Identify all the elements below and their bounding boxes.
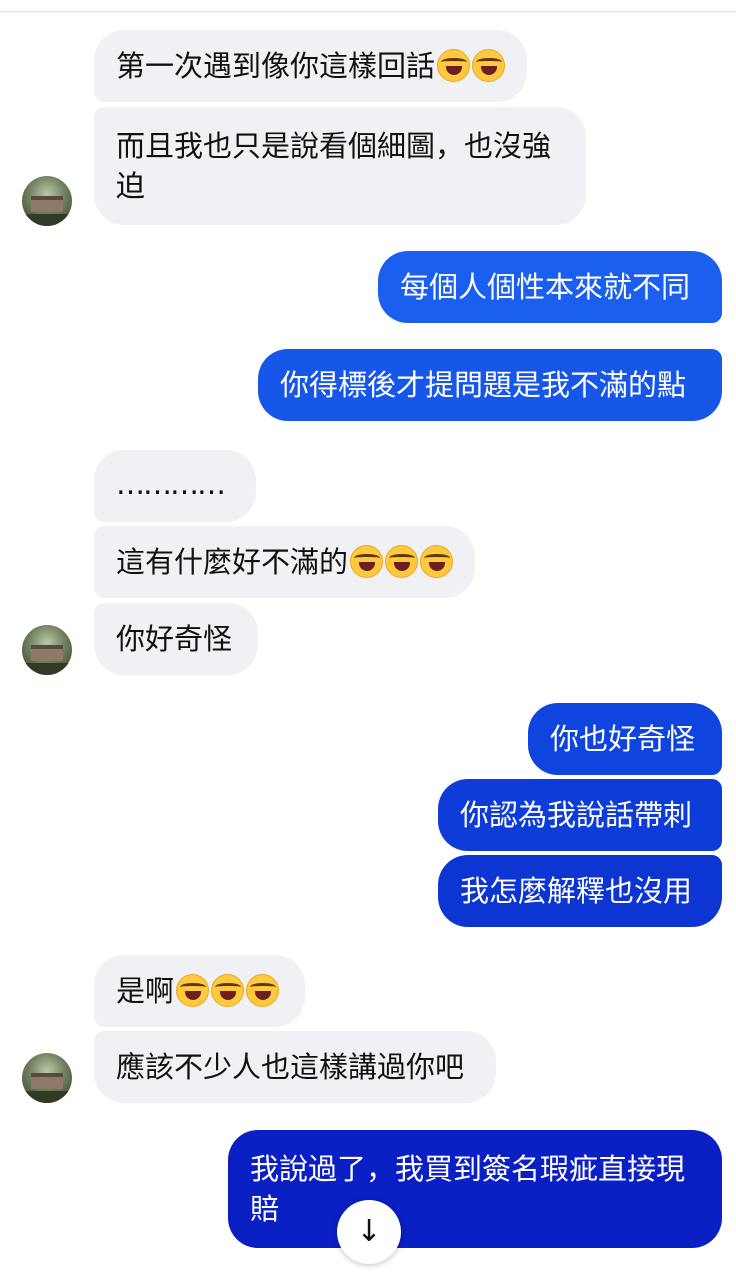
message-bubble-incoming[interactable]: 是啊	[94, 955, 305, 1027]
message-text: 你好奇怪	[116, 622, 233, 656]
face-with-tears-of-joy-icon	[385, 545, 419, 578]
message-bubble-incoming[interactable]: 你好奇怪	[94, 603, 258, 675]
message-text: 你也好奇怪	[550, 722, 696, 756]
message-text: …………	[116, 467, 226, 501]
face-with-tears-of-joy-icon	[211, 974, 245, 1007]
contact-avatar[interactable]	[22, 625, 72, 675]
arrow-down-icon: ↓	[356, 1214, 382, 1249]
message-text: 每個人個性本來就不同	[400, 270, 691, 304]
message-bubble-outgoing[interactable]: 你認為我說話帶刺	[438, 779, 722, 851]
contact-avatar[interactable]	[22, 1053, 72, 1103]
face-with-tears-of-joy-icon	[472, 49, 506, 82]
message-bubble-outgoing[interactable]: 你也好奇怪	[528, 703, 722, 775]
message-text: 第一次遇到像你這樣回話	[116, 49, 436, 83]
message-text: 我怎麼解釋也沒用	[460, 874, 693, 908]
message-text: 你得標後才提問題是我不滿的點	[280, 368, 687, 402]
message-text-line: 而且我也只是說看個細圖，也沒強	[116, 129, 552, 163]
message-bubble-incoming[interactable]: 第一次遇到像你這樣回話	[94, 30, 528, 102]
message-text: 應該不少人也這樣講過你吧	[116, 1050, 465, 1084]
face-with-tears-of-joy-icon	[246, 974, 280, 1007]
face-with-tears-of-joy-icon	[420, 545, 454, 578]
message-text-line: 賠	[250, 1192, 280, 1226]
message-bubble-outgoing[interactable]: 我怎麼解釋也沒用	[438, 855, 722, 927]
message-text-line: 我說過了，我買到簽名瑕疵直接現	[250, 1152, 686, 1186]
message-text-line: 迫	[116, 169, 146, 203]
face-with-tears-of-joy-icon	[350, 545, 384, 578]
message-text: 這有什麼好不滿的	[116, 545, 349, 579]
message-bubble-incoming[interactable]: 這有什麼好不滿的	[94, 526, 476, 598]
face-with-tears-of-joy-icon	[437, 49, 471, 82]
scroll-to-bottom-button[interactable]: ↓	[337, 1200, 401, 1264]
message-text: 你認為我說話帶刺	[460, 798, 693, 832]
message-bubble-outgoing[interactable]: 我說過了，我買到簽名瑕疵直接現 賠	[228, 1130, 722, 1248]
message-bubble-incoming[interactable]: …………	[94, 450, 256, 522]
top-bar	[0, 0, 736, 12]
face-with-tears-of-joy-icon	[176, 974, 210, 1007]
message-bubble-incoming[interactable]: 而且我也只是說看個細圖，也沒強 迫	[94, 107, 586, 225]
message-text: 是啊	[116, 974, 175, 1008]
contact-avatar[interactable]	[22, 176, 72, 226]
message-bubble-outgoing[interactable]: 每個人個性本來就不同	[378, 251, 722, 323]
message-bubble-outgoing[interactable]: 你得標後才提問題是我不滿的點	[258, 349, 722, 421]
message-bubble-incoming[interactable]: 應該不少人也這樣講過你吧	[94, 1031, 496, 1103]
